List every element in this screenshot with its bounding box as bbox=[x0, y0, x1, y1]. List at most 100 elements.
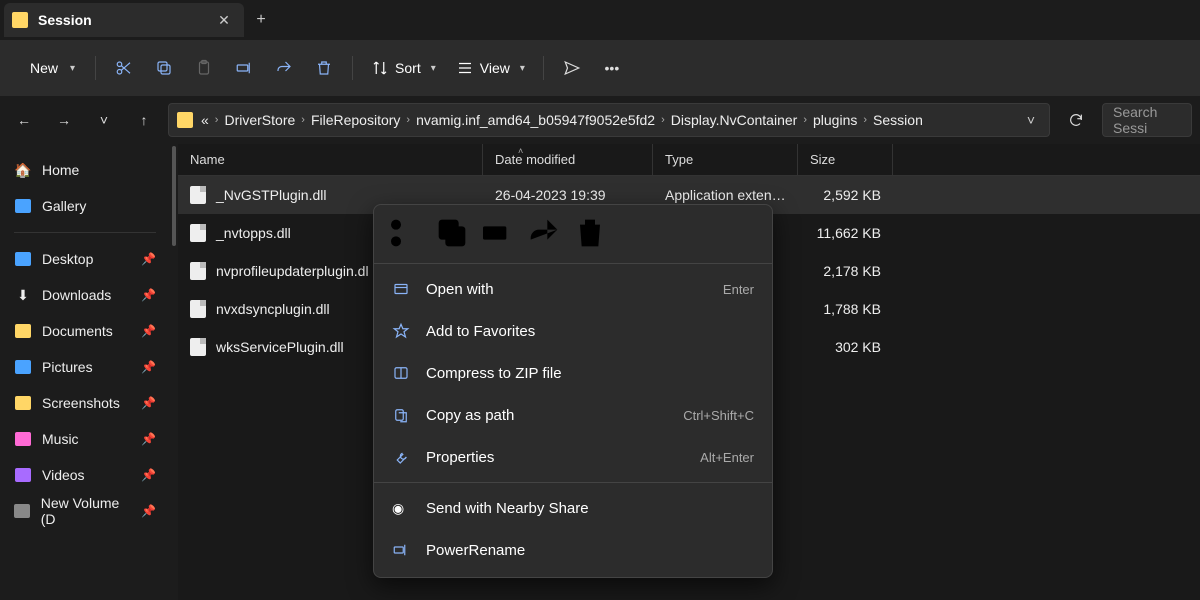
ctx-powerrename[interactable]: PowerRename bbox=[374, 529, 772, 571]
cut-button[interactable] bbox=[106, 50, 142, 86]
sidebar-item-volume[interactable]: New Volume (D📌 bbox=[4, 493, 166, 529]
bc-item[interactable]: Session bbox=[873, 112, 923, 128]
scrollbar[interactable] bbox=[170, 144, 178, 600]
sidebar-item-documents[interactable]: Documents📌 bbox=[4, 313, 166, 349]
sort-button[interactable]: Sort ▾ bbox=[363, 50, 444, 86]
dll-file-icon bbox=[190, 224, 206, 242]
bc-item[interactable]: Display.NvContainer bbox=[671, 112, 798, 128]
dll-file-icon bbox=[190, 338, 206, 356]
desktop-icon bbox=[14, 250, 32, 268]
folder-icon bbox=[12, 12, 28, 28]
file-list: ˄ Name Date modified Type Size _NvGSTPlu… bbox=[178, 144, 1200, 600]
pin-icon: 📌 bbox=[141, 504, 156, 518]
back-button[interactable]: ← bbox=[8, 104, 40, 136]
gallery-icon bbox=[14, 197, 32, 215]
pin-icon: 📌 bbox=[141, 252, 156, 266]
refresh-icon bbox=[1068, 112, 1084, 128]
sidebar-item-pictures[interactable]: Pictures📌 bbox=[4, 349, 166, 385]
ctx-rename-button[interactable] bbox=[478, 215, 518, 251]
col-type[interactable]: Type bbox=[653, 144, 798, 175]
ctx-open-with[interactable]: Open with Enter bbox=[374, 268, 772, 310]
sidebar-item-home[interactable]: 🏠 Home bbox=[4, 152, 166, 188]
ctx-delete-button[interactable] bbox=[570, 215, 610, 251]
dll-file-icon bbox=[190, 186, 206, 204]
sidebar-item-music[interactable]: Music📌 bbox=[4, 421, 166, 457]
col-date[interactable]: Date modified bbox=[483, 144, 653, 175]
home-icon: 🏠 bbox=[14, 161, 32, 179]
pin-icon: 📌 bbox=[141, 324, 156, 338]
dll-file-icon bbox=[190, 300, 206, 318]
copy-path-icon bbox=[392, 406, 412, 424]
scrollbar-thumb[interactable] bbox=[172, 146, 176, 246]
new-tab-button[interactable]: + bbox=[244, 11, 278, 29]
star-icon bbox=[392, 322, 412, 340]
pizza-extension-button[interactable] bbox=[554, 50, 590, 86]
ctx-compress-zip[interactable]: Compress to ZIP file bbox=[374, 352, 772, 394]
zip-icon bbox=[392, 364, 412, 382]
sidebar-item-screenshots[interactable]: Screenshots📌 bbox=[4, 385, 166, 421]
scissors-icon bbox=[386, 213, 426, 253]
context-menu: Open with Enter Add to Favorites Compres… bbox=[373, 204, 773, 578]
pin-icon: 📌 bbox=[141, 360, 156, 374]
new-button[interactable]: New ▾ bbox=[12, 50, 85, 86]
forward-button[interactable]: → bbox=[48, 104, 80, 136]
col-name[interactable]: Name bbox=[178, 144, 483, 175]
pizza-icon bbox=[563, 59, 581, 77]
recent-button[interactable]: ˅ bbox=[88, 104, 120, 136]
more-button[interactable]: ••• bbox=[594, 50, 630, 86]
folder-icon bbox=[14, 394, 32, 412]
chevron-right-icon: › bbox=[661, 114, 665, 126]
separator bbox=[374, 482, 772, 483]
bc-item[interactable]: plugins bbox=[813, 112, 857, 128]
bc-item[interactable]: DriverStore bbox=[224, 112, 295, 128]
share-button[interactable] bbox=[266, 50, 302, 86]
breadcrumb[interactable]: « › DriverStore › FileRepository › nvami… bbox=[168, 103, 1050, 137]
nav-row: ← → ˅ ↑ « › DriverStore › FileRepository… bbox=[0, 96, 1200, 144]
share-icon bbox=[524, 213, 564, 253]
rename-icon bbox=[235, 59, 253, 77]
ctx-copy-path[interactable]: Copy as path Ctrl+Shift+C bbox=[374, 394, 772, 436]
chevron-down-icon[interactable]: ˅ bbox=[1021, 112, 1041, 128]
sidebar-item-videos[interactable]: Videos📌 bbox=[4, 457, 166, 493]
col-size[interactable]: Size bbox=[798, 144, 893, 175]
share-icon bbox=[275, 59, 293, 77]
sidebar-item-desktop[interactable]: Desktop📌 bbox=[4, 241, 166, 277]
ctx-add-favorites[interactable]: Add to Favorites bbox=[374, 310, 772, 352]
copy-button[interactable] bbox=[146, 50, 182, 86]
up-button[interactable]: ↑ bbox=[128, 104, 160, 136]
sort-indicator-icon: ˄ bbox=[518, 146, 523, 156]
tab-session[interactable]: Session ✕ bbox=[4, 3, 244, 37]
sidebar-item-downloads[interactable]: ⬇Downloads📌 bbox=[4, 277, 166, 313]
chevron-down-icon: ▾ bbox=[520, 63, 525, 74]
tab-title: Session bbox=[38, 12, 196, 28]
bc-item[interactable]: FileRepository bbox=[311, 112, 400, 128]
chevron-down-icon: ▾ bbox=[431, 63, 436, 74]
close-icon[interactable]: ✕ bbox=[216, 12, 232, 29]
scissors-icon bbox=[115, 59, 133, 77]
paste-button[interactable] bbox=[186, 50, 222, 86]
bc-overflow[interactable]: « bbox=[201, 112, 209, 128]
toolbar: New ▾ Sort ▾ View ▾ ••• bbox=[0, 40, 1200, 96]
music-icon bbox=[14, 430, 32, 448]
ctx-nearby-share[interactable]: ◉ Send with Nearby Share bbox=[374, 487, 772, 529]
folder-icon bbox=[177, 112, 193, 128]
chevron-right-icon: › bbox=[863, 114, 867, 126]
separator bbox=[374, 263, 772, 264]
chevron-right-icon: › bbox=[803, 114, 807, 126]
ctx-cut-button[interactable] bbox=[386, 215, 426, 251]
bc-item[interactable]: nvamig.inf_amd64_b05947f9052e5fd2 bbox=[416, 112, 655, 128]
ctx-properties[interactable]: Properties Alt+Enter bbox=[374, 436, 772, 478]
refresh-button[interactable] bbox=[1058, 103, 1094, 137]
sort-icon bbox=[371, 59, 389, 77]
copy-icon bbox=[155, 59, 173, 77]
rename-button[interactable] bbox=[226, 50, 262, 86]
videos-icon bbox=[14, 466, 32, 484]
view-button[interactable]: View ▾ bbox=[448, 50, 533, 86]
ctx-copy-button[interactable] bbox=[432, 215, 472, 251]
power-rename-icon bbox=[392, 541, 412, 559]
ctx-share-button[interactable] bbox=[524, 215, 564, 251]
delete-button[interactable] bbox=[306, 50, 342, 86]
sidebar-item-gallery[interactable]: Gallery bbox=[4, 188, 166, 224]
search-input[interactable]: Search Sessi bbox=[1102, 103, 1192, 137]
copy-icon bbox=[432, 213, 472, 253]
